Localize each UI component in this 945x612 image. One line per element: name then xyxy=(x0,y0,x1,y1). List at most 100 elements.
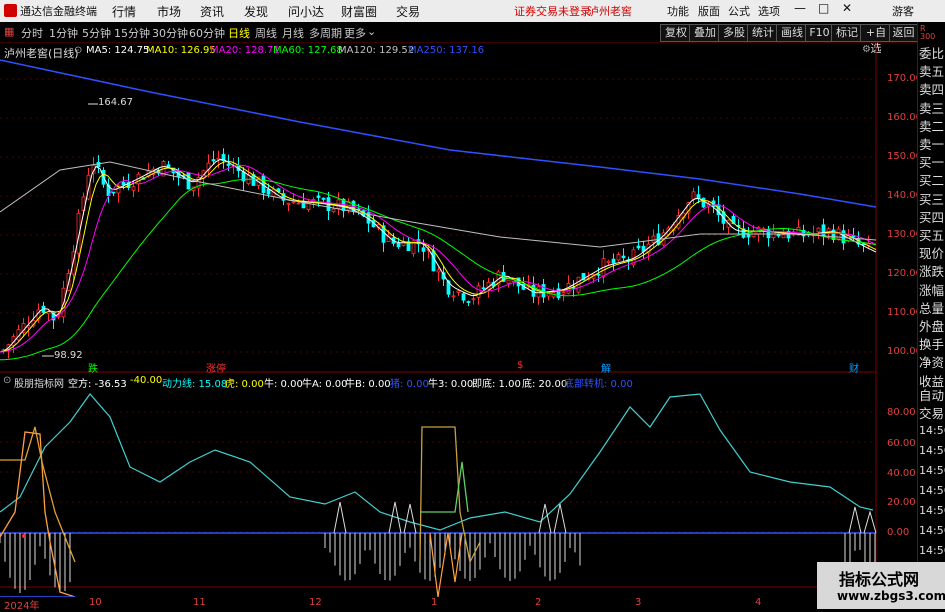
red-dot-mark xyxy=(22,534,26,538)
app-title: 通达信金融终端 xyxy=(20,5,97,18)
guest-label[interactable]: 游客 xyxy=(892,3,914,19)
candle-body xyxy=(481,287,486,290)
watermark: 指标公式网 www.zbgs3.com xyxy=(817,562,945,609)
back-button[interactable]: 返回 xyxy=(889,24,918,42)
candle-body xyxy=(421,247,426,252)
sidebar-lower-1[interactable]: 交易 xyxy=(919,403,944,422)
menu-item-news[interactable]: 资讯 xyxy=(200,3,224,20)
sidebar-field-5: 卖一 xyxy=(919,137,945,152)
candle-body xyxy=(561,292,566,295)
candle-body xyxy=(321,197,326,200)
sidebar-lower-5: 14:56 xyxy=(919,484,945,497)
sidebar-field-3: 卖三 xyxy=(919,100,945,116)
bull-signal-mark xyxy=(538,503,552,534)
date-axis-label: 4 xyxy=(755,597,762,608)
tab-period-intraday[interactable]: 分时 xyxy=(21,25,43,41)
add-watchlist-button[interactable]: +自选 xyxy=(860,24,892,55)
event-mark[interactable]: $ xyxy=(517,360,523,371)
kline-chart[interactable] xyxy=(0,42,917,597)
candle-body xyxy=(131,186,136,191)
chevron-down-icon[interactable]: ⌄ xyxy=(367,25,376,38)
event-mark[interactable]: 跌 xyxy=(88,360,98,375)
tab-period-multi[interactable]: 多周期 xyxy=(309,25,342,41)
sidebar-lower-0[interactable]: 自动 xyxy=(919,385,944,404)
tab-period-more[interactable]: 更多 xyxy=(344,25,366,41)
sidebar-lower-3: 14:56 xyxy=(919,444,945,457)
menu-item-function[interactable]: 功能 xyxy=(667,3,689,19)
ma120-line xyxy=(0,161,877,248)
candle-body xyxy=(471,298,476,301)
draw-line-button[interactable]: 画线 xyxy=(776,24,808,42)
mark-button[interactable]: 标记 xyxy=(831,24,863,42)
tab-period-5min[interactable]: 5分钟 xyxy=(82,25,111,41)
tab-period-monthly[interactable]: 月线 xyxy=(282,25,304,41)
candle-body xyxy=(111,191,116,194)
menu-item-ask[interactable]: 问小达 xyxy=(288,3,324,20)
menu-item-discover[interactable]: 发现 xyxy=(244,3,268,20)
candle-body xyxy=(431,250,436,272)
menu-item-formula[interactable]: 公式 xyxy=(728,3,750,19)
maximize-icon[interactable]: □ xyxy=(818,1,829,15)
grid-icon[interactable]: ▦ xyxy=(4,25,14,38)
high-price-label: 164.67 xyxy=(98,97,133,108)
yellow-line xyxy=(0,426,76,563)
sidebar-field-17: 净资 xyxy=(919,355,945,371)
bull-signal-mark xyxy=(333,501,347,534)
date-axis-label: 3 xyxy=(635,597,642,608)
green-line xyxy=(420,461,469,513)
bull-signal-mark xyxy=(403,503,417,534)
statistics-button[interactable]: 统计 xyxy=(747,24,779,42)
menu-item-layout[interactable]: 版面 xyxy=(698,3,720,19)
multi-stock-button[interactable]: 多股 xyxy=(718,24,750,42)
overlay-button[interactable]: 叠加 xyxy=(689,24,721,42)
candle-body xyxy=(746,234,751,238)
sidebar-lower-4: 14:56 xyxy=(919,464,945,477)
menu-item-market[interactable]: 市场 xyxy=(157,3,181,20)
indicator-info-icon[interactable]: ⊙ xyxy=(3,375,11,386)
event-mark[interactable]: 财 xyxy=(849,360,859,375)
candle-body xyxy=(691,191,696,200)
bull-signal-mark xyxy=(863,510,877,534)
candle-body xyxy=(466,301,471,303)
sidebar-lower-2: 14:56 xyxy=(919,424,945,437)
candle-body xyxy=(606,260,611,263)
login-status[interactable]: 证券交易未登录 xyxy=(514,3,591,19)
date-axis-label: 2024年 xyxy=(4,601,40,612)
date-axis-label: 10 xyxy=(89,597,102,608)
date-axis-label: 12 xyxy=(309,597,322,608)
adjust-button[interactable]: 复权 xyxy=(660,24,692,42)
period-toolbar: ▦ 分时 1分钟 5分钟 15分钟 30分钟 60分钟 日线 周线 月线 多周期… xyxy=(0,22,945,55)
tab-period-60min[interactable]: 60分钟 xyxy=(189,25,225,41)
candle-body xyxy=(651,235,656,243)
event-mark[interactable]: 涨停 xyxy=(206,360,226,375)
menu-item-trade[interactable]: 交易 xyxy=(396,3,420,20)
sidebar-field-2: 卖四 xyxy=(919,82,945,98)
tab-period-daily[interactable]: 日线 xyxy=(228,25,250,41)
sidebar-lower-7: 14:56 xyxy=(919,524,945,537)
indicator-field: 牛3: 0.00 xyxy=(428,379,474,390)
menu-item-quotes[interactable]: 行情 xyxy=(112,3,136,20)
indicator-name[interactable]: 股朋指标网 xyxy=(14,375,64,390)
minimize-icon[interactable]: — xyxy=(794,1,806,15)
menu-item-options[interactable]: 选项 xyxy=(758,3,780,19)
candle-body xyxy=(696,194,701,199)
tab-period-1min[interactable]: 1分钟 xyxy=(49,25,78,41)
f10-button[interactable]: F10 xyxy=(805,24,834,42)
tab-period-30min[interactable]: 30分钟 xyxy=(152,25,188,41)
candle-body xyxy=(456,290,461,293)
candle-body xyxy=(636,245,641,249)
event-mark[interactable]: 解 xyxy=(601,360,611,375)
candle-body xyxy=(596,273,601,276)
menu-item-wealth[interactable]: 财富圈 xyxy=(341,3,377,20)
candle-body xyxy=(331,208,336,213)
sidebar-field-10: 买五 xyxy=(919,228,945,243)
sidebar-field-4: 卖二 xyxy=(919,118,945,134)
candle-body xyxy=(226,163,231,166)
indicator-field: -40.00 xyxy=(130,375,163,386)
tab-period-weekly[interactable]: 周线 xyxy=(255,25,277,41)
tab-period-15min[interactable]: 15分钟 xyxy=(114,25,150,41)
indicator-field: 空方: -36.53 xyxy=(68,379,127,390)
low-price-label: 98.92 xyxy=(54,350,83,361)
close-icon[interactable]: ✕ xyxy=(842,1,852,15)
app-logo-icon xyxy=(4,4,17,17)
